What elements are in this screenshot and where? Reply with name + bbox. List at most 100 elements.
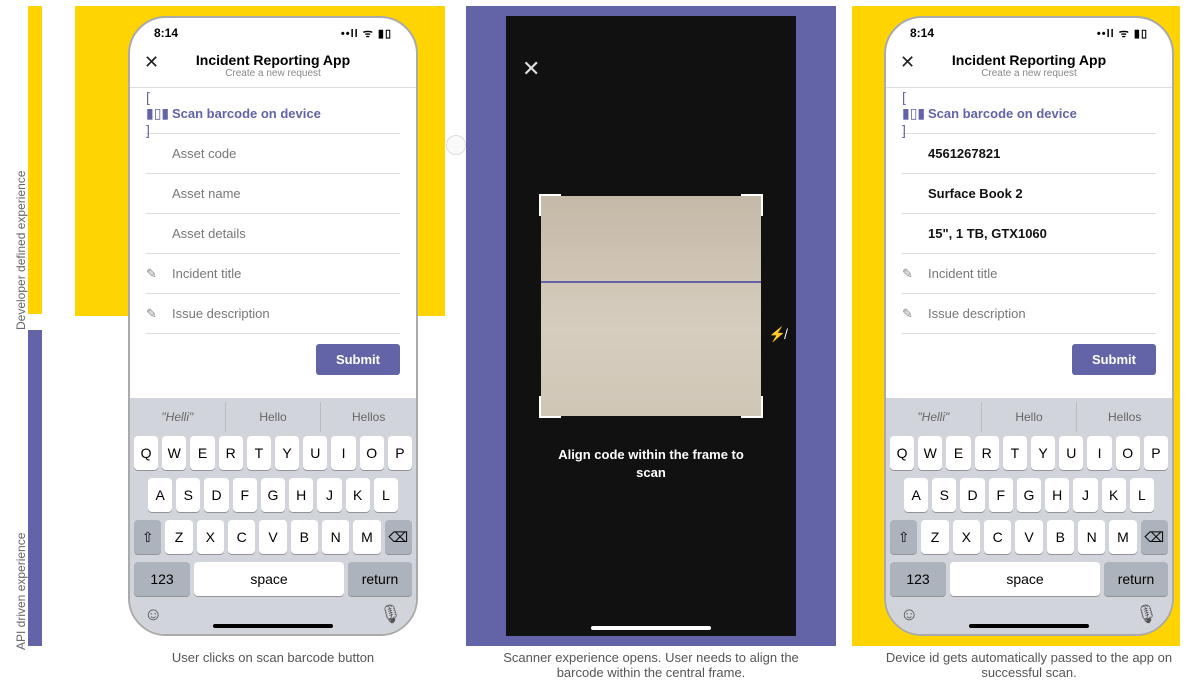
key-V[interactable]: V xyxy=(1015,520,1042,554)
key-J[interactable]: J xyxy=(1073,478,1097,512)
asset-code-field[interactable]: 4561267821 xyxy=(902,134,1156,174)
suggestion-3[interactable]: Hellos xyxy=(1077,402,1172,432)
asset-details-field[interactable]: 15", 1 TB, GTX1060 xyxy=(902,214,1156,254)
key-Y[interactable]: Y xyxy=(1031,436,1055,470)
key-J[interactable]: J xyxy=(317,478,341,512)
key-X[interactable]: X xyxy=(953,520,980,554)
key-R[interactable]: R xyxy=(219,436,243,470)
key-I[interactable]: I xyxy=(1087,436,1111,470)
key-R[interactable]: R xyxy=(975,436,999,470)
emoji-icon[interactable]: ☺ xyxy=(900,604,918,625)
key-X[interactable]: X xyxy=(197,520,224,554)
key-A[interactable]: A xyxy=(904,478,928,512)
key-D[interactable]: D xyxy=(204,478,228,512)
key-V[interactable]: V xyxy=(259,520,286,554)
suggestion-3[interactable]: Hellos xyxy=(321,402,416,432)
key-U[interactable]: U xyxy=(1059,436,1083,470)
key-L[interactable]: L xyxy=(1130,478,1154,512)
key-F[interactable]: F xyxy=(989,478,1013,512)
keyboard: "Helli" Hello Hellos QWERTYUIOP ASDFGHJK… xyxy=(130,398,416,634)
flash-icon[interactable]: ⚡̸ xyxy=(769,326,786,343)
key-W[interactable]: W xyxy=(162,436,186,470)
incident-title-field[interactable]: ✎Incident title xyxy=(902,254,1156,294)
close-icon[interactable]: ✕ xyxy=(144,52,159,73)
key-P[interactable]: P xyxy=(388,436,412,470)
key-Z[interactable]: Z xyxy=(921,520,948,554)
key-B[interactable]: B xyxy=(1047,520,1074,554)
key-B[interactable]: B xyxy=(291,520,318,554)
submit-button[interactable]: Submit xyxy=(316,344,400,375)
suggestion-2[interactable]: Hello xyxy=(226,402,322,432)
key-⇧[interactable]: ⇧ xyxy=(134,520,161,554)
submit-button[interactable]: Submit xyxy=(1072,344,1156,375)
key-E[interactable]: E xyxy=(946,436,970,470)
kb-row-1: QWERTYUIOP xyxy=(886,432,1172,474)
scan-barcode-button[interactable]: [ ▮▯▮ ] Scan barcode on device xyxy=(146,94,400,134)
key-H[interactable]: H xyxy=(1045,478,1069,512)
suggestion-1[interactable]: "Helli" xyxy=(130,402,226,432)
key-U[interactable]: U xyxy=(303,436,327,470)
asset-code-field[interactable]: Asset code xyxy=(146,134,400,174)
key-E[interactable]: E xyxy=(190,436,214,470)
key-A[interactable]: A xyxy=(148,478,172,512)
key-T[interactable]: T xyxy=(247,436,271,470)
key-Y[interactable]: Y xyxy=(275,436,299,470)
key-D[interactable]: D xyxy=(960,478,984,512)
key-K[interactable]: K xyxy=(346,478,370,512)
key-G[interactable]: G xyxy=(1017,478,1041,512)
asset-details-field[interactable]: Asset details xyxy=(146,214,400,254)
barcode-icon: [ ▮▯▮ ] xyxy=(146,89,172,138)
emoji-icon[interactable]: ☺ xyxy=(144,604,162,625)
key-C[interactable]: C xyxy=(228,520,255,554)
scan-barcode-button[interactable]: [ ▮▯▮ ] Scan barcode on device xyxy=(902,94,1156,134)
key-G[interactable]: G xyxy=(261,478,285,512)
key-Q[interactable]: Q xyxy=(890,436,914,470)
key-N[interactable]: N xyxy=(1078,520,1105,554)
key-123[interactable]: 123 xyxy=(134,562,190,596)
key-Z[interactable]: Z xyxy=(165,520,192,554)
key-return[interactable]: return xyxy=(348,562,412,596)
mic-icon[interactable]: 🎙 xyxy=(379,604,402,625)
key-N[interactable]: N xyxy=(322,520,349,554)
key-K[interactable]: K xyxy=(1102,478,1126,512)
key-P[interactable]: P xyxy=(1144,436,1168,470)
suggestion-1[interactable]: "Helli" xyxy=(886,402,982,432)
incident-title-placeholder: Incident title xyxy=(928,266,997,281)
close-icon[interactable]: ✕ xyxy=(900,52,915,73)
asset-name-field[interactable]: Asset name xyxy=(146,174,400,214)
kb-row-2: ASDFGHJKL xyxy=(130,474,416,516)
asset-name-field[interactable]: Surface Book 2 xyxy=(902,174,1156,214)
key-L[interactable]: L xyxy=(374,478,398,512)
home-indicator xyxy=(591,626,711,630)
key-C[interactable]: C xyxy=(984,520,1011,554)
key-S[interactable]: S xyxy=(176,478,200,512)
issue-description-field[interactable]: ✎Issue description xyxy=(146,294,400,334)
kb-row-3: ⇧ZXCVBNM⌫ xyxy=(886,516,1172,558)
key-return[interactable]: return xyxy=(1104,562,1168,596)
kb-row-2: ASDFGHJKL xyxy=(886,474,1172,516)
key-H[interactable]: H xyxy=(289,478,313,512)
key-M[interactable]: M xyxy=(353,520,380,554)
key-⇧[interactable]: ⇧ xyxy=(890,520,917,554)
key-⌫[interactable]: ⌫ xyxy=(385,520,412,554)
key-S[interactable]: S xyxy=(932,478,956,512)
key-O[interactable]: O xyxy=(360,436,384,470)
key-F[interactable]: F xyxy=(233,478,257,512)
issue-description-field[interactable]: ✎Issue description xyxy=(902,294,1156,334)
key-123[interactable]: 123 xyxy=(890,562,946,596)
key-M[interactable]: M xyxy=(1109,520,1136,554)
mic-icon[interactable]: 🎙 xyxy=(1135,604,1158,625)
close-icon[interactable]: ✕ xyxy=(522,56,540,82)
key-O[interactable]: O xyxy=(1116,436,1140,470)
key-I[interactable]: I xyxy=(331,436,355,470)
key-⌫[interactable]: ⌫ xyxy=(1141,520,1168,554)
key-T[interactable]: T xyxy=(1003,436,1027,470)
key-Q[interactable]: Q xyxy=(134,436,158,470)
incident-title-placeholder: Incident title xyxy=(172,266,241,281)
key-W[interactable]: W xyxy=(918,436,942,470)
suggestion-2[interactable]: Hello xyxy=(982,402,1078,432)
key-space[interactable]: space xyxy=(194,562,344,596)
incident-title-field[interactable]: ✎Incident title xyxy=(146,254,400,294)
status-icons: ••ll ᯤ ▮▯ xyxy=(1097,26,1148,41)
key-space[interactable]: space xyxy=(950,562,1100,596)
